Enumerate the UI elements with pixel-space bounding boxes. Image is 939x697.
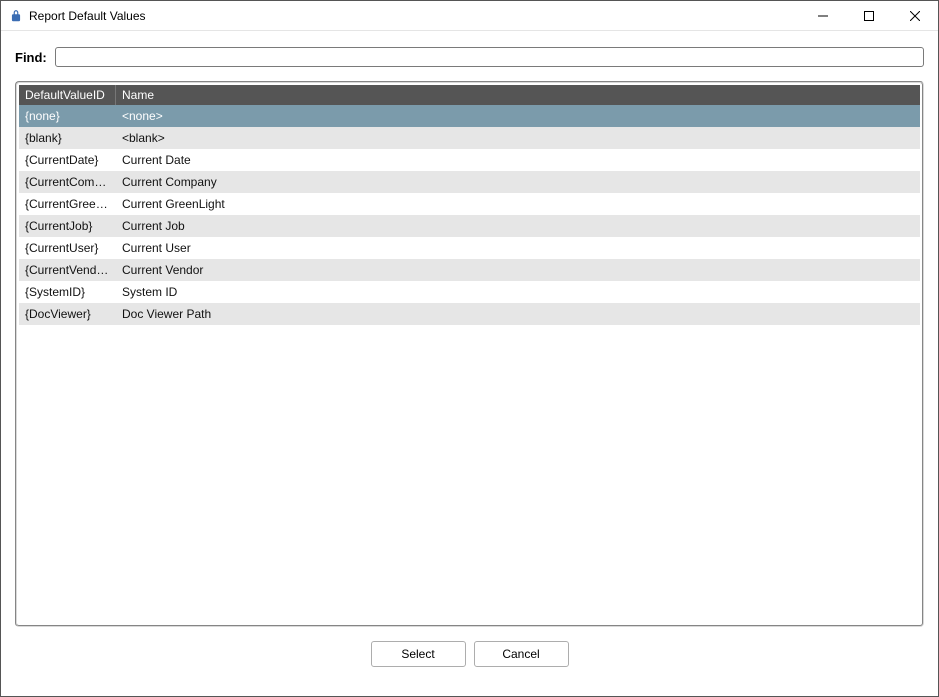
- table-row[interactable]: {CurrentJob}Current Job: [19, 215, 920, 237]
- cell-id: {CurrentUser}: [19, 241, 116, 255]
- cell-name: System ID: [116, 285, 920, 299]
- cell-name: Current Company: [116, 175, 920, 189]
- table-row[interactable]: {CurrentCompany}Current Company: [19, 171, 920, 193]
- cell-id: {CurrentDate}: [19, 153, 116, 167]
- cell-id: {SystemID}: [19, 285, 116, 299]
- table-row[interactable]: {CurrentGreenLig...Current GreenLight: [19, 193, 920, 215]
- table-row[interactable]: {none}<none>: [19, 105, 920, 127]
- cell-name: Current Date: [116, 153, 920, 167]
- cell-name: Current User: [116, 241, 920, 255]
- lock-icon: [9, 9, 23, 23]
- table-row[interactable]: {CurrentUser}Current User: [19, 237, 920, 259]
- window-controls: [800, 1, 938, 30]
- footer-buttons: Select Cancel: [15, 627, 924, 679]
- title-bar: Report Default Values: [1, 1, 938, 31]
- content-area: Find: DefaultValueID Name {none}<none>{b…: [1, 31, 938, 679]
- find-label: Find:: [15, 50, 47, 65]
- window-title: Report Default Values: [29, 9, 800, 23]
- select-button[interactable]: Select: [371, 641, 466, 667]
- cell-id: {CurrentCompany}: [19, 175, 116, 189]
- cell-id: {CurrentVendor}: [19, 263, 116, 277]
- cell-id: {CurrentGreenLig...: [19, 197, 116, 211]
- cancel-button[interactable]: Cancel: [474, 641, 569, 667]
- cell-id: {none}: [19, 109, 116, 123]
- cell-id: {blank}: [19, 131, 116, 145]
- cell-name: Doc Viewer Path: [116, 307, 920, 321]
- column-header-name[interactable]: Name: [116, 85, 920, 105]
- close-button[interactable]: [892, 1, 938, 30]
- cell-id: {DocViewer}: [19, 307, 116, 321]
- find-input[interactable]: [55, 47, 924, 67]
- grid-frame: DefaultValueID Name {none}<none>{blank}<…: [15, 81, 924, 627]
- column-header-id[interactable]: DefaultValueID: [19, 85, 116, 105]
- grid-body: {none}<none>{blank}<blank>{CurrentDate}C…: [19, 105, 920, 325]
- grid: DefaultValueID Name {none}<none>{blank}<…: [19, 85, 920, 623]
- table-row[interactable]: {SystemID}System ID: [19, 281, 920, 303]
- table-row[interactable]: {blank}<blank>: [19, 127, 920, 149]
- cell-name: <blank>: [116, 131, 920, 145]
- table-row[interactable]: {CurrentDate}Current Date: [19, 149, 920, 171]
- table-row[interactable]: {CurrentVendor}Current Vendor: [19, 259, 920, 281]
- maximize-button[interactable]: [846, 1, 892, 30]
- find-row: Find:: [15, 41, 924, 67]
- cell-name: Current GreenLight: [116, 197, 920, 211]
- minimize-button[interactable]: [800, 1, 846, 30]
- cell-name: Current Vendor: [116, 263, 920, 277]
- cell-name: Current Job: [116, 219, 920, 233]
- cell-name: <none>: [116, 109, 920, 123]
- cell-id: {CurrentJob}: [19, 219, 116, 233]
- grid-header: DefaultValueID Name: [19, 85, 920, 105]
- table-row[interactable]: {DocViewer}Doc Viewer Path: [19, 303, 920, 325]
